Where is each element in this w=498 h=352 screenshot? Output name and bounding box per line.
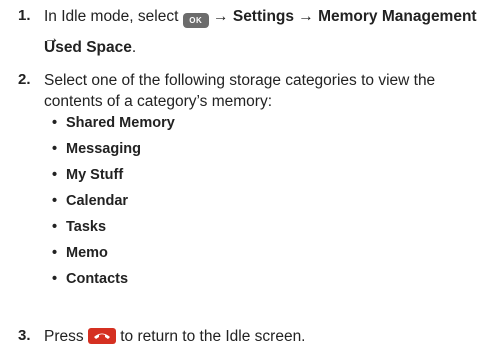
category-label: Tasks — [66, 219, 107, 235]
category-item: • Contacts — [52, 266, 175, 292]
category-label: Messaging — [66, 141, 141, 157]
category-item: • My Stuff — [52, 162, 175, 188]
ok-key-icon: OK — [182, 13, 209, 28]
storage-category-list: • Shared Memory • Messaging • My Stuff • Calend… — [52, 110, 175, 292]
category-label: Contacts — [66, 271, 129, 287]
step-1-intro: In Idle mode, select — [44, 8, 179, 25]
bullet: • — [52, 167, 58, 183]
bullet: • — [52, 271, 58, 287]
step-number: 2. — [18, 71, 31, 88]
bullet: • — [52, 219, 58, 235]
bullet: • — [52, 141, 58, 157]
instruction-page: 1. In Idle mode, select OK → Settings → … — [0, 0, 498, 352]
bullet: • — [52, 115, 58, 131]
return-text: to return to the Idle screen. — [120, 328, 306, 345]
category-item: • Shared Memory — [52, 110, 175, 136]
category-label: Memo — [66, 245, 108, 261]
category-label: Shared Memory — [66, 115, 175, 131]
category-item: • Tasks — [52, 214, 175, 240]
category-item: • Calendar — [52, 188, 175, 214]
category-item: • Messaging — [52, 136, 175, 162]
step-text: Press to return to the Idle screen. — [44, 326, 492, 347]
press-label: Press — [44, 328, 84, 345]
step-text: Select one of the following storage cate… — [44, 72, 436, 110]
category-label: My Stuff — [66, 167, 124, 183]
step-number: 3. — [18, 327, 31, 344]
used-space-label: Used Space — [44, 39, 132, 56]
end-call-key-icon — [87, 328, 116, 344]
step-number: 1. — [18, 7, 31, 24]
bullet: • — [52, 245, 58, 261]
step-1-line-2: Used Space. — [44, 37, 492, 58]
bullet: • — [52, 193, 58, 209]
period: . — [131, 39, 137, 56]
category-label: Calendar — [66, 193, 129, 209]
category-item: • Memo — [52, 240, 175, 266]
